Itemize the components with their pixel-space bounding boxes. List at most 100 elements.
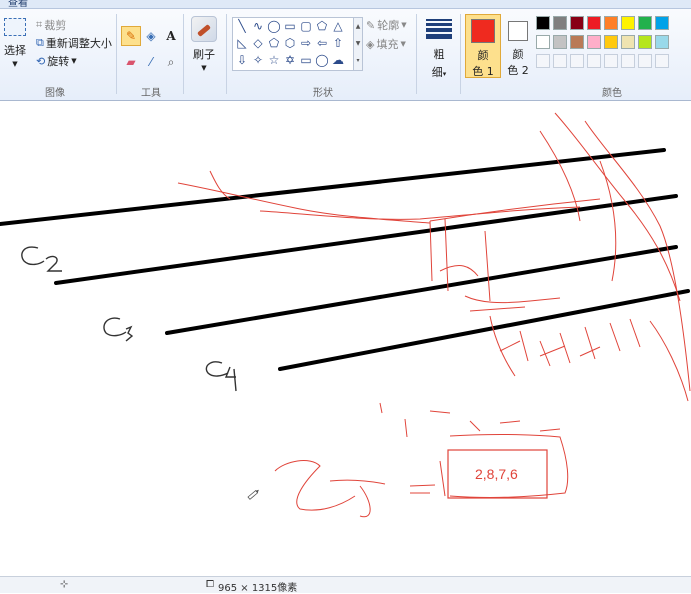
status-bar: ⊹ ⧠ 965 × 1315像素 (0, 576, 691, 594)
rotate-icon: ⟲ (36, 54, 46, 68)
magnifier-tool[interactable]: ⌕ (161, 52, 181, 72)
color2-label-line2: 色 2 (507, 64, 529, 77)
separator (116, 14, 117, 94)
resize-icon: ⧉ (36, 36, 44, 49)
pencil-tool[interactable]: ✎ (121, 26, 141, 46)
custom-color-slot[interactable] (587, 54, 601, 68)
select-button[interactable]: 选择 ▼ (3, 18, 27, 68)
shapes-group-label: 形状 (313, 88, 333, 99)
shapes-scroll[interactable]: ▲ ▼ ▾ (353, 17, 363, 71)
fill-bucket-icon: ◈ (146, 29, 156, 43)
up-arrow-shape-icon[interactable]: ⇧ (331, 36, 345, 50)
fill-label: 填充 (376, 38, 399, 51)
palette-swatch[interactable] (553, 35, 567, 49)
image-size-icon: ⧠ (206, 579, 214, 590)
label-c5: C5 (290, 465, 317, 489)
ribbon-tab-strip: 查看 (0, 0, 691, 9)
separator (460, 14, 461, 94)
custom-color-slot[interactable] (536, 54, 550, 68)
outline-label: 轮廓 (377, 19, 400, 32)
palette-swatch[interactable] (621, 35, 635, 49)
custom-color-slot[interactable] (570, 54, 584, 68)
custom-color-slot[interactable] (604, 54, 618, 68)
image-group-label: 图像 (45, 88, 65, 99)
select-dropdown-icon: ▼ (12, 60, 18, 68)
custom-color-slot[interactable] (621, 54, 635, 68)
right-arrow-shape-icon[interactable]: ⇨ (299, 36, 313, 50)
pencil-cursor-icon (247, 489, 259, 500)
palette-swatch[interactable] (621, 16, 635, 30)
color1-button[interactable]: 颜 色 1 (465, 14, 501, 78)
pencil-icon: ✎ (125, 29, 137, 43)
palette-swatch[interactable] (553, 16, 567, 30)
color-picker-tool[interactable]: ⁄ (141, 52, 161, 72)
rounded-rectangle-shape-icon[interactable]: ▢ (299, 19, 313, 33)
palette-swatch[interactable] (655, 35, 669, 49)
palette-swatch[interactable] (570, 16, 584, 30)
color1-label-line2: 色 1 (472, 65, 494, 78)
palette-swatch[interactable] (570, 35, 584, 49)
outline-button[interactable]: ✎ 轮廓 ▼ (366, 17, 407, 33)
label-c2: C2 (20, 245, 47, 269)
brushes-label: 刷子 (193, 48, 215, 61)
palette-swatch[interactable] (587, 16, 601, 30)
palette-swatch[interactable] (638, 35, 652, 49)
right-triangle-shape-icon[interactable]: ◺ (235, 36, 249, 50)
curve-shape-icon[interactable]: ∿ (251, 19, 265, 33)
tab-view[interactable]: 查看 (8, 0, 28, 8)
custom-color-slot[interactable] (638, 54, 652, 68)
polygon-shape-icon[interactable]: ⬠ (315, 19, 329, 33)
drawing-canvas[interactable]: C2 C3 C4 C5 2,8,7,6 (0, 101, 691, 575)
oval-callout-shape-icon[interactable]: ◯ (315, 53, 329, 67)
line-3 (165, 245, 678, 335)
palette-swatch[interactable] (587, 35, 601, 49)
resize-button[interactable]: ⧉ 重新调整大小 (36, 35, 112, 51)
palette-swatch[interactable] (604, 35, 618, 49)
separator (416, 14, 417, 94)
brushes-button[interactable]: 刷子 ▼ (189, 16, 219, 72)
six-point-star-shape-icon[interactable]: ✡ (283, 53, 297, 67)
four-point-star-shape-icon[interactable]: ✧ (251, 53, 265, 67)
palette-swatch[interactable] (638, 16, 652, 30)
outline-dropdown-icon: ▼ (401, 21, 407, 29)
size-button[interactable]: 粗 细▾ (424, 17, 454, 80)
diamond-shape-icon[interactable]: ◇ (251, 36, 265, 50)
line-size-icon (426, 17, 452, 41)
palette-swatch[interactable] (655, 16, 669, 30)
custom-color-slot[interactable] (655, 54, 669, 68)
hexagon-shape-icon[interactable]: ⬡ (283, 36, 297, 50)
rectangle-shape-icon[interactable]: ▭ (283, 19, 297, 33)
line-shape-icon[interactable]: ╲ (235, 19, 249, 33)
text-tool[interactable]: A (161, 26, 181, 46)
palette-swatch[interactable] (536, 35, 550, 49)
separator (183, 14, 184, 94)
fill-button[interactable]: ◈ 填充 ▼ (366, 36, 406, 52)
pentagon-shape-icon[interactable]: ⬠ (267, 36, 281, 50)
palette-swatch[interactable] (536, 16, 550, 30)
down-arrow-shape-icon[interactable]: ⇩ (235, 53, 249, 67)
brush-icon (191, 16, 217, 42)
palette-swatch[interactable] (604, 16, 618, 30)
custom-color-slot[interactable] (553, 54, 567, 68)
canvas-drawing (0, 112, 691, 518)
triangle-shape-icon[interactable]: △ (331, 19, 345, 33)
crop-button[interactable]: ⌗ 裁剪 (36, 17, 66, 33)
eyedropper-icon: ⁄ (149, 55, 152, 69)
rotate-button[interactable]: ⟲ 旋转 ▼ (36, 53, 77, 69)
cloud-callout-shape-icon[interactable]: ☁ (331, 53, 345, 67)
five-point-star-shape-icon[interactable]: ☆ (267, 53, 281, 67)
fill-tool[interactable]: ◈ (141, 26, 161, 46)
crop-label: 裁剪 (44, 19, 67, 32)
crop-icon: ⌗ (36, 18, 43, 31)
eraser-tool[interactable]: ▰ (121, 52, 141, 72)
oval-shape-icon[interactable]: ◯ (267, 19, 281, 33)
text-tool-icon: A (166, 29, 176, 43)
left-arrow-shape-icon[interactable]: ⇦ (315, 36, 329, 50)
color2-button[interactable]: 颜 色 2 (503, 14, 533, 78)
color2-label-line1: 颜 (512, 48, 524, 61)
rounded-callout-shape-icon[interactable]: ▭ (299, 53, 313, 67)
separator (226, 14, 227, 94)
cursor-position-icon: ⊹ (60, 579, 69, 590)
resize-label: 重新调整大小 (45, 37, 112, 50)
eraser-icon: ▰ (126, 55, 136, 69)
